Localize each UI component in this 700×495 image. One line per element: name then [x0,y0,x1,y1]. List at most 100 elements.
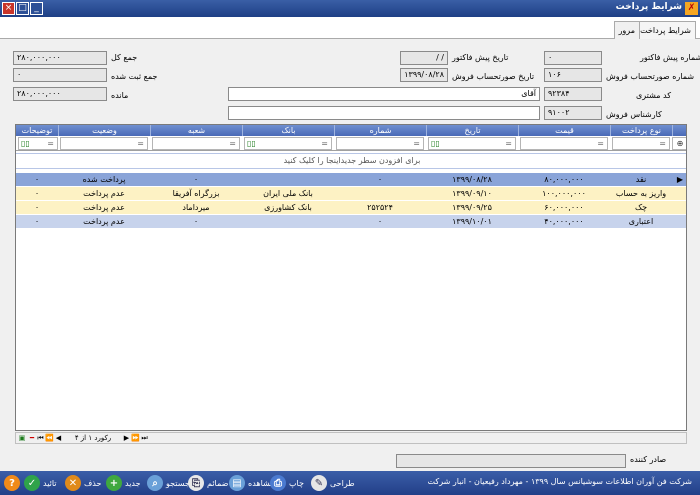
filter-row: ⊕ = = ▯▯ = = ▯▯ = = = ▯▯ = [16,136,686,151]
cell-description[interactable]: ۰ [16,187,58,201]
cell-date[interactable]: ۱۳۹۹/۱۰/۰۱ [426,215,518,229]
table-row[interactable]: اعتباری ۴۰,۰۰۰,۰۰۰ ۱۳۹۹/۱۰/۰۱ ۰ ۰ عدم پرداخت ۰ [16,215,686,229]
header-payment-type[interactable]: نوع پرداخت [610,125,672,136]
toolbar-label: طراحی [330,478,355,488]
cell-date[interactable]: ۱۳۹۹/۰۹/۲۵ [426,201,518,215]
cell-number[interactable]: ۰ [334,173,426,187]
cell-payment-type[interactable]: نقد [610,173,672,187]
expert-code-field[interactable]: ۹۱۰۰۲ [544,106,602,120]
table-row[interactable]: واریز به حساب ۱۰۰,۰۰۰,۰۰۰ ۱۳۹۹/۰۹/۱۰ بانک م… [16,187,686,201]
attachment-button[interactable]: ⎘ ضمائم [188,474,228,492]
record-count: رکورد ۱ از ۴ [74,434,112,442]
check-button[interactable]: ✓ تائید [24,474,57,492]
expert-name-field[interactable] [228,106,540,120]
add-row-prompt[interactable]: برای افزودن سطر جدیداینجا را کلیک کنید [16,153,686,169]
filter-number[interactable]: = [336,137,424,150]
filter-status[interactable]: = [60,137,148,150]
cell-number[interactable]: ۲۵۲۵۲۴ [334,201,426,215]
header-description[interactable]: توضیحات [16,125,58,136]
sales-date-field[interactable]: ۱۳۹۹/۰۸/۲۸ [400,68,448,82]
nav-prev-icon[interactable]: ◀ [54,434,63,443]
customer-name-field[interactable]: آقای [228,87,540,101]
bottom-toolbar: ? ✓ تائید ✕ حذف + جدید ⌕ جستجو ⎘ ضمائم ▤ مشاهده ⎙ چاپ… [0,471,700,495]
table-row[interactable]: چک ۶۰,۰۰۰,۰۰۰ ۱۳۹۹/۰۹/۲۵ ۲۵۲۵۲۴ بانک کشاورزی… [16,201,686,215]
tab-strip: شرایط پرداخت مرور [0,17,700,39]
nav-delete-icon[interactable]: ━ [28,434,36,443]
cell-branch[interactable]: میرداماد [150,201,242,215]
filter-bank[interactable]: ▯▯ = [244,137,332,150]
issuer-field[interactable] [396,454,626,468]
plus-button[interactable]: + جدید [106,474,141,492]
filter-date[interactable]: ▯▯ = [428,137,516,150]
nav-last-icon[interactable]: ⏭ [140,434,149,443]
cell-number[interactable]: ۰ [334,215,426,229]
cell-bank[interactable] [242,173,334,187]
expert-label: کارشناس فروش [606,110,662,119]
cell-description[interactable]: ۰ [16,173,58,187]
toolbar-label: جدید [125,478,141,488]
cell-bank[interactable] [242,215,334,229]
help-button[interactable]: ? [4,474,20,492]
help-icon: ? [4,475,20,491]
toolbar-label: ضمائم [207,478,229,488]
header-branch[interactable]: شعبه [150,125,242,136]
cell-date[interactable]: ۱۳۹۹/۰۸/۲۸ [426,173,518,187]
cell-price[interactable]: ۱۰۰,۰۰۰,۰۰۰ [518,187,610,201]
cell-status[interactable]: پرداخت شده [58,173,150,187]
preinvoice-date-field[interactable]: / / [400,51,448,65]
cell-branch[interactable]: بزرگراه آفریقا [150,187,242,201]
sales-no-field[interactable]: ۱۰۶ [544,68,602,82]
nav-first-icon[interactable]: ⏮ [36,434,45,443]
export-excel-icon[interactable]: ▣ [17,434,27,443]
header-price[interactable]: قیمت [518,125,610,136]
cell-bank[interactable]: بانک کشاورزی [242,201,334,215]
cell-bank[interactable]: بانک ملی ایران [242,187,334,201]
filter-branch[interactable]: = [152,137,240,150]
registered-label: جمع ثبت شده [111,72,158,81]
header-status[interactable]: وضعیت [58,125,150,136]
print-button[interactable]: ⎙ چاپ [270,474,304,492]
cell-price[interactable]: ۸۰,۰۰۰,۰۰۰ [518,173,610,187]
minimize-button[interactable]: _ [30,2,43,15]
cell-payment-type[interactable]: اعتباری [610,215,672,229]
header-number[interactable]: شماره [334,125,426,136]
cell-branch[interactable]: ۰ [150,215,242,229]
cell-description[interactable]: ۰ [16,215,58,229]
customer-code-field[interactable]: ۹۲۳۸۴ [544,87,602,101]
toolbar-label: تائید [43,478,57,488]
delete-button[interactable]: ✕ حذف [65,474,101,492]
cell-status[interactable]: عدم پرداخت [58,187,150,201]
preinvoice-no-field[interactable]: ۰ [544,51,602,65]
header-date[interactable]: تاریخ [426,125,518,136]
cell-status[interactable]: عدم پرداخت [58,215,150,229]
cell-description[interactable]: ۰ [16,201,58,215]
table-row[interactable]: ▶ نقد ۸۰,۰۰۰,۰۰۰ ۱۳۹۹/۰۸/۲۸ ۰ ۰ پرداخت شده ۰ [16,173,686,187]
cell-payment-type[interactable]: چک [610,201,672,215]
search-button[interactable]: ⌕ جستجو [147,474,190,492]
cell-status[interactable]: عدم پرداخت [58,201,150,215]
total-label: جمع کل [111,53,138,62]
nav-prev-page-icon[interactable]: ⏪ [45,434,54,443]
cell-number[interactable] [334,187,426,201]
app-logo-icon: ✗ [685,2,698,15]
tab-payment-terms[interactable]: شرایط پرداخت [635,21,696,39]
nav-next-icon[interactable]: ▶ [122,434,131,443]
view-button[interactable]: ▤ مشاهده [229,474,274,492]
filter-payment-type[interactable]: = [612,137,670,150]
maximize-button[interactable]: □ [16,2,29,15]
close-button[interactable]: × [2,2,15,15]
cell-price[interactable]: ۶۰,۰۰۰,۰۰۰ [518,201,610,215]
tab-browse[interactable]: مرور [613,21,640,39]
header-bank[interactable]: بانک [242,125,334,136]
record-navigator: ▣ ━ ⏮ ⏪ ◀ رکورد ۱ از ۴ ▶ ⏩ ⏭ [15,432,687,444]
design-button[interactable]: ✎ طراحی [311,474,355,492]
header-indicator [672,125,686,136]
cell-payment-type[interactable]: واریز به حساب [610,187,672,201]
filter-description[interactable]: ▯▯ = [18,137,58,150]
nav-next-page-icon[interactable]: ⏩ [131,434,140,443]
filter-price[interactable]: = [520,137,608,150]
cell-price[interactable]: ۴۰,۰۰۰,۰۰۰ [518,215,610,229]
cell-branch[interactable]: ۰ [150,173,242,187]
cell-date[interactable]: ۱۳۹۹/۰۹/۱۰ [426,187,518,201]
remaining-field: ۲۸۰,۰۰۰,۰۰۰ [13,87,107,101]
